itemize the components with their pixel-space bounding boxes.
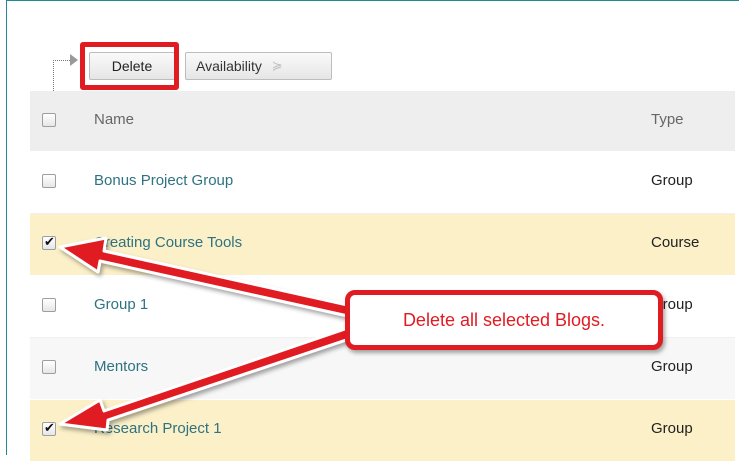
arrow-to-research-project xyxy=(58,326,354,432)
arrow-to-creating-course-tools xyxy=(58,236,354,318)
instruction-callout: Delete all selected Blogs. xyxy=(345,290,663,350)
callout-arrows xyxy=(58,236,354,432)
